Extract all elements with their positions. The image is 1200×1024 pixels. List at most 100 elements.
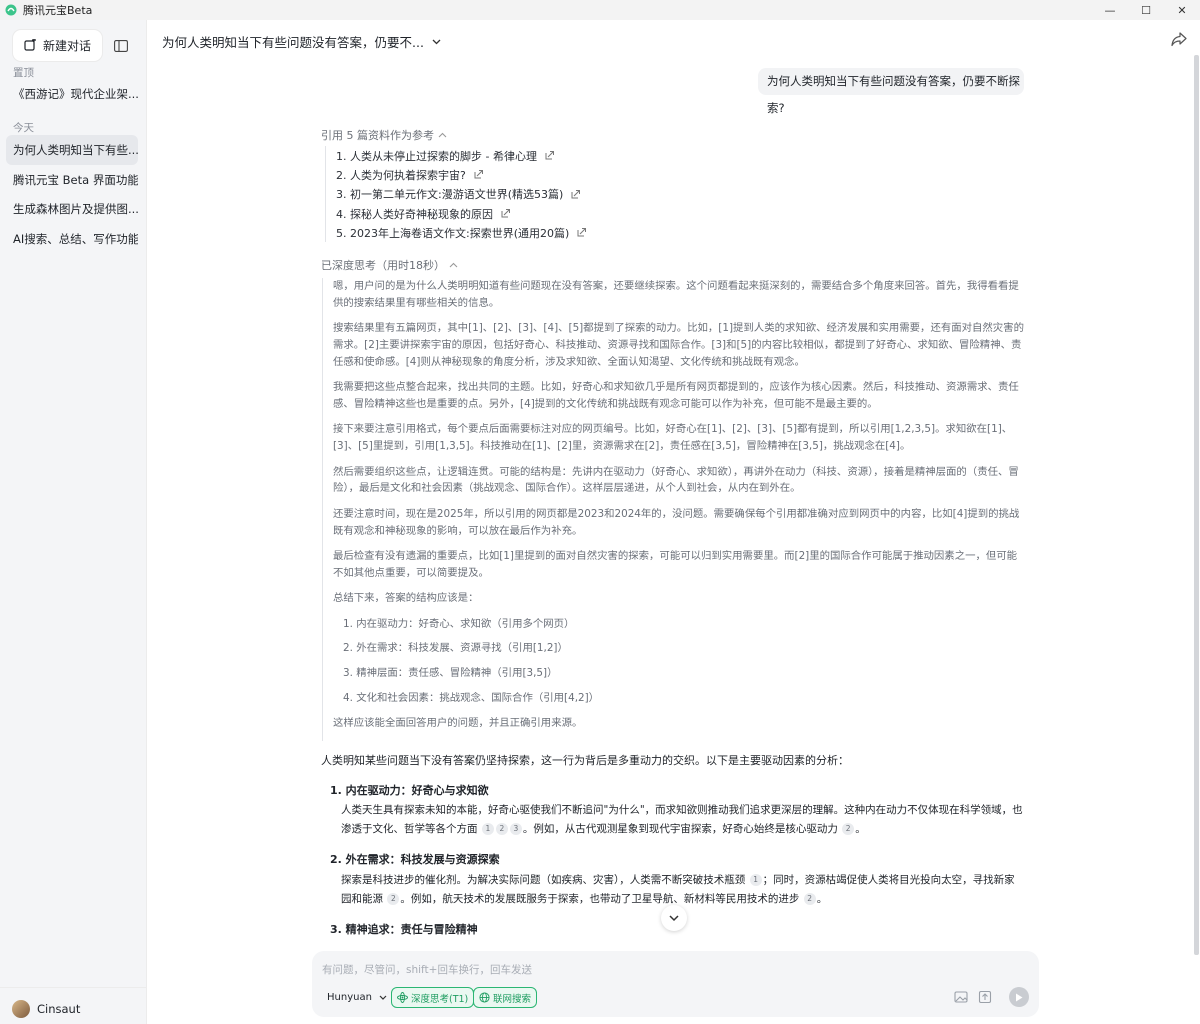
user-name: Cinsaut [37, 1002, 81, 1016]
share-icon[interactable] [1170, 30, 1188, 48]
answer-section-title: 1. 内在驱动力：好奇心与求知欲 [330, 783, 489, 797]
scrollbar[interactable] [1194, 55, 1199, 955]
chevron-down-icon [379, 995, 387, 1000]
thinking-toggle[interactable]: 已深度思考（用时18秒） [321, 257, 458, 273]
thinking-content: 嗯，用户问的是为什么人类明明知道有些问题现在没有答案，还要继续探索。这个问题看起… [322, 278, 1026, 741]
sidebar-divider [0, 987, 147, 988]
chevron-down-icon [669, 914, 679, 921]
sidebar-item-today-1[interactable]: 腾讯元宝 Beta 界面功能... [6, 165, 138, 195]
answer-section-body: 人类天生具有探索未知的本能，好奇心驱使我们不断追问"为什么"，而求知欲则推动我们… [341, 801, 1025, 839]
today-section-label: 今天 [13, 122, 34, 134]
sidebar-item-label: AI搜索、总结、写作功能... [13, 232, 138, 246]
thinking-paragraph: 还要注意时间，现在是2025年，所以引用的网页都是2023和2024年的，没问题… [333, 507, 1020, 537]
answer-section-title: 2. 外在需求：科技发展与资源探索 [330, 853, 500, 866]
web-search-label: 联网搜索 [493, 993, 532, 1005]
external-link-icon [474, 170, 483, 179]
sidebar-item-pinned-0[interactable]: 《西游记》现代企业架... [6, 79, 138, 109]
sidebar-item-today-3[interactable]: AI搜索、总结、写作功能... [6, 224, 138, 254]
reference-link-3[interactable]: 3. 初一第二单元作文:漫游语文世界(精选53篇) [336, 185, 587, 204]
thinking-paragraph: 搜索结果里有五篇网页，其中[1]、[2]、[3]、[4]、[5]都提到了探索的动… [333, 322, 1024, 368]
reference-link-2[interactable]: 2. 人类为何执着探索宇宙? [336, 165, 587, 184]
thinking-paragraph: 我需要把这些点整合起来，找出共同的主题。比如，好奇心和求知欲几乎是所有网页都提到… [333, 381, 1019, 410]
reference-title: 2. 人类为何执着探索宇宙? [336, 168, 466, 182]
reference-title: 4. 探秘人类好奇神秘现象的原因 [336, 207, 493, 221]
citation-badge[interactable]: 2 [495, 823, 508, 835]
thinking-paragraph: 嗯，用户问的是为什么人类明明知道有些问题现在没有答案，还要继续探索。这个问题看起… [333, 280, 1019, 309]
external-link-icon [571, 189, 581, 199]
thinking-paragraph: 接下来要注意引用格式，每个要点后面需要标注对应的网页编号。比如，好奇心在[1]、… [333, 423, 1013, 453]
file-upload-icon[interactable] [977, 989, 993, 1005]
reference-title: 5. 2023年上海卷语文作文:探索世界(通用20篇) [336, 226, 570, 240]
thinking-paragraph: 然后需要组织这些点，让逻辑连贯。可能的结构是：先讲内在驱动力（好奇心、求知欲），… [333, 465, 1019, 495]
thinking-header: 已深度思考（用时18秒） [321, 259, 445, 272]
chevron-down-icon [432, 39, 441, 44]
minimize-button[interactable]: — [1092, 0, 1128, 20]
answer-section-body: 探索是科技进步的催化剂。为解决实际问题（如疾病、灾害），人类需不断突破技术瓶颈 … [341, 871, 1025, 909]
chevron-up-icon [449, 262, 458, 268]
citation-badge[interactable]: 1 [481, 823, 494, 835]
reference-link-4[interactable]: 4. 探秘人类好奇神秘现象的原因 [336, 204, 587, 223]
page-title: 为何人类明知当下有些问题没有答案，仍要不... [162, 35, 424, 50]
conversation-title-dropdown[interactable]: 为何人类明知当下有些问题没有答案，仍要不... [162, 32, 441, 51]
citation-badge[interactable]: 2 [387, 892, 400, 905]
reference-link-1[interactable]: 1. 人类从未停止过探索的脚步 - 希律心理 [336, 146, 587, 165]
reference-link-5[interactable]: 5. 2023年上海卷语文作文:探索世界(通用20篇) [336, 223, 587, 242]
answer-text: 。例如，从古代观测星象到现代宇宙探索，好奇心始终是核心驱动力 [522, 823, 838, 835]
references-header: 引用 5 篇资料作为参考 [321, 129, 434, 142]
thinking-outline-item: 2. 外在需求：科技发展、资源寻找（引用[1,2]） [343, 642, 568, 655]
sidebar: 新建对话 置顶 《西游记》现代企业架... 今天 为何人类明知当下有些... 腾… [0, 20, 147, 1024]
thinking-paragraph: 这样应该能全面回答用户的问题，并且正确引用来源。 [333, 717, 583, 730]
image-upload-icon[interactable] [953, 989, 969, 1005]
user-profile[interactable]: Cinsaut [12, 1000, 80, 1018]
sidebar-item-today-2[interactable]: 生成森林图片及提供图... [6, 194, 138, 224]
references-toggle[interactable]: 引用 5 篇资料作为参考 [321, 127, 447, 143]
thinking-outline-item: 1. 内在驱动力：好奇心、求知欲（引用多个网页） [343, 617, 575, 630]
answer-text: 探索是科技进步的催化剂。为解决实际问题（如疾病、灾害），人类需不断突破技术瓶颈 [341, 873, 746, 886]
sidebar-item-label: 《西游记》现代企业架... [13, 87, 138, 101]
chevron-up-icon [438, 132, 447, 138]
new-chat-button[interactable]: 新建对话 [13, 30, 102, 61]
thinking-outline-item: 3. 精神层面：责任感、冒险精神（引用[3,5]） [343, 667, 558, 680]
reference-title: 1. 人类从未停止过探索的脚步 - 希律心理 [336, 149, 537, 163]
citation-badge[interactable]: 2 [842, 823, 855, 835]
sidebar-toggle-button[interactable] [108, 30, 134, 61]
citation-badge[interactable]: 2 [803, 892, 816, 905]
deep-think-toggle[interactable]: 深度思考(T1) [391, 987, 475, 1008]
maximize-button[interactable]: ☐ [1128, 0, 1164, 20]
external-link-icon [501, 209, 510, 218]
send-button[interactable] [1009, 987, 1029, 1007]
model-select[interactable]: Hunyuan [321, 987, 393, 1008]
sidebar-item-today-0[interactable]: 为何人类明知当下有些... [6, 135, 138, 165]
scroll-to-bottom-button[interactable] [661, 905, 687, 931]
window-controls: — ☐ ✕ [1092, 0, 1200, 20]
new-chat-icon [24, 39, 36, 51]
atom-icon [397, 992, 408, 1003]
sidebar-panel-icon [114, 39, 128, 52]
answer-text: 。例如，航天技术的发展既服务于探索，也带动了卫星导航、新材料等民用技术的进步 [400, 892, 800, 905]
thinking-paragraph: 最后检查有没有遗漏的重要点，比如[1]里提到的面对自然灾害的探索，可能可以归到实… [333, 549, 1018, 579]
close-button[interactable]: ✕ [1164, 0, 1200, 20]
pinned-section-label: 置顶 [13, 67, 34, 79]
sidebar-item-label: 腾讯元宝 Beta 界面功能... [13, 173, 138, 187]
citation-badge[interactable]: 1 [749, 873, 762, 886]
citation-badge[interactable]: 3 [509, 823, 522, 835]
title-bar: 腾讯元宝Beta — ☐ ✕ [0, 0, 1200, 20]
user-message-bubble: 为何人类明知当下有些问题没有答案，仍要不断探索? [758, 68, 1024, 115]
message-input[interactable]: 有问题，尽管问，shift+回车换行，回车发送 [322, 962, 532, 977]
yuanbao-logo-icon [5, 4, 17, 16]
references-list: 1. 人类从未停止过探索的脚步 - 希律心理 2. 人类为何执着探索宇宙? 3.… [325, 146, 587, 243]
answer-text: 。 [855, 823, 866, 835]
answer-lead: 人类明知某些问题当下没有答案仍坚持探索，这一行为背后是多重动力的交织。以下是主要… [321, 754, 849, 767]
thinking-outline-item: 4. 文化和社会因素：挑战观念、国际合作（引用[4,2]） [343, 692, 600, 705]
external-link-icon [577, 228, 587, 237]
deep-think-label: 深度思考(T1) [411, 993, 469, 1005]
send-arrow-icon [1016, 993, 1023, 1001]
message-composer: 有问题，尽管问，shift+回车换行，回车发送 Hunyuan 深度思考(T1)… [312, 951, 1039, 1017]
web-search-toggle[interactable]: 联网搜索 [473, 987, 538, 1008]
thinking-paragraph: 总结下来，答案的结构应该是： [333, 592, 479, 605]
avatar [12, 1000, 30, 1018]
sidebar-item-label: 生成森林图片及提供图... [13, 202, 138, 216]
app-title: 腾讯元宝Beta [23, 4, 93, 17]
external-link-icon [545, 151, 554, 160]
reference-title: 3. 初一第二单元作文:漫游语文世界(精选53篇) [336, 188, 564, 202]
